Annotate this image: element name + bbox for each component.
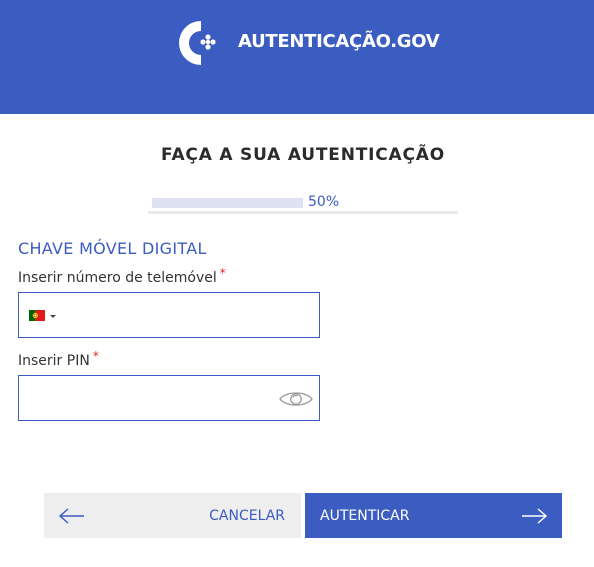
progress-percentage: 50% [308,194,340,210]
authenticate-button-label: AUTENTICAR [320,508,410,524]
required-marker: * [92,349,99,363]
cancel-button-label: CANCELAR [209,508,285,524]
header-banner: AUTENTICAÇÃO.GOV [0,0,594,114]
phone-field [18,292,320,338]
pin-input[interactable] [19,376,319,420]
required-marker: * [219,266,226,280]
cancel-button[interactable]: CANCELAR [44,493,301,538]
pin-field-label-text: Inserir PIN [18,353,90,369]
pin-field [18,375,320,421]
page-title: FAÇA A SUA AUTENTICAÇÃO [161,145,445,165]
phone-field-label: Inserir número de telemóvel * [18,266,226,286]
phone-number-input[interactable] [19,293,319,337]
arrow-left-icon [58,508,84,524]
autenticacao-gov-logo-icon [179,21,216,65]
phone-field-label-text: Inserir número de telemóvel [18,270,217,286]
eye-icon[interactable] [279,389,313,409]
arrow-right-icon [522,508,548,524]
brand-title: AUTENTICAÇÃO.GOV [238,31,440,52]
progress-track [148,211,458,214]
section-title: CHAVE MÓVEL DIGITAL [18,239,207,258]
pin-field-label: Inserir PIN * [18,349,99,369]
progress-bar-fill [152,198,303,208]
authenticate-button[interactable]: AUTENTICAR [305,493,562,538]
